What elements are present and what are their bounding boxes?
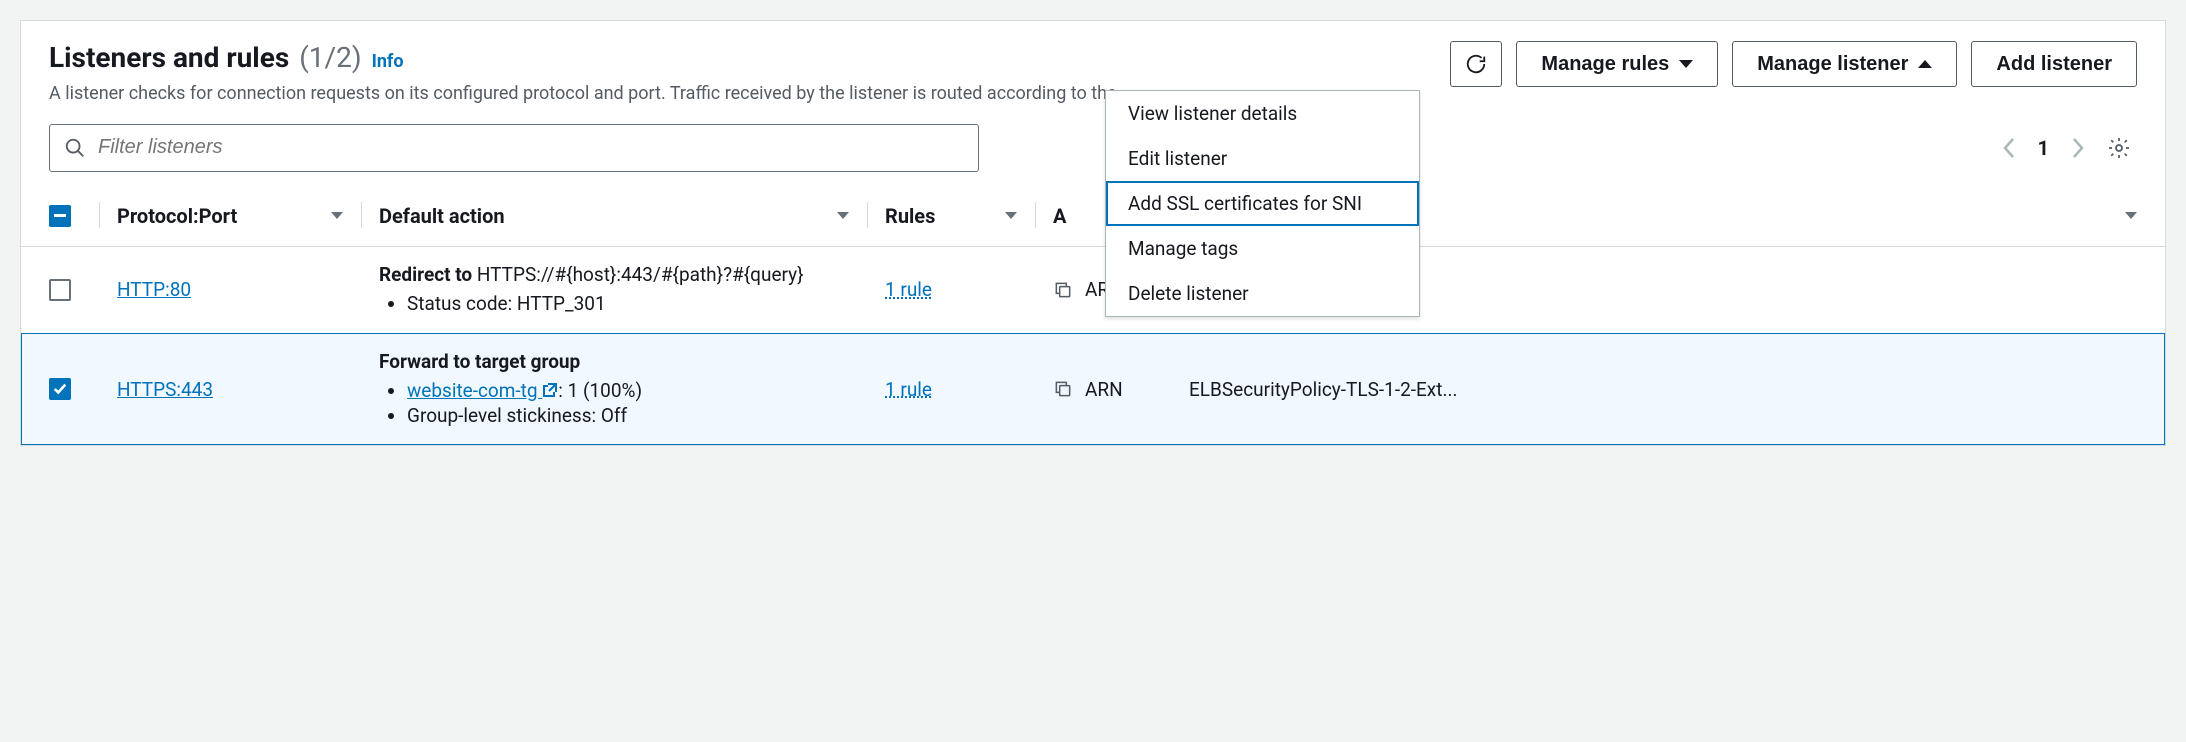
col-select: [21, 190, 99, 247]
manage-rules-button[interactable]: Manage rules: [1516, 41, 1718, 87]
page-title: Listeners and rules (1/2) Info: [49, 41, 1450, 75]
gear-icon[interactable]: [2107, 136, 2131, 160]
sort-caret-icon[interactable]: [837, 212, 849, 219]
manage-rules-label: Manage rules: [1541, 53, 1669, 76]
listeners-panel: Listeners and rules (1/2) Info A listene…: [20, 20, 2166, 446]
manage-listener-label: Manage listener: [1757, 53, 1908, 76]
search-icon: [64, 137, 86, 159]
pager: 1: [2002, 136, 2131, 160]
add-listener-button[interactable]: Add listener: [1971, 41, 2137, 87]
title-count: (1/2): [299, 41, 361, 75]
protocol-link[interactable]: HTTP:80: [117, 278, 191, 301]
listener-menu-item[interactable]: View listener details: [1106, 91, 1419, 136]
filter-input[interactable]: [98, 136, 964, 159]
action-bullet: Status code: HTTP_301: [407, 292, 849, 315]
pager-next[interactable]: [2071, 137, 2085, 159]
title-text: Listeners and rules: [49, 41, 289, 75]
arn-cell: ARN: [1053, 378, 1153, 401]
col-default-action[interactable]: Default action: [361, 190, 867, 247]
rules-link[interactable]: 1 rule: [885, 278, 932, 301]
refresh-button[interactable]: [1450, 41, 1502, 87]
listener-menu-item[interactable]: Add SSL certificates for SNI: [1106, 181, 1419, 226]
info-link[interactable]: Info: [372, 51, 404, 73]
minus-icon: [54, 214, 66, 217]
pager-prev[interactable]: [2002, 137, 2016, 159]
row-checkbox[interactable]: [49, 378, 71, 400]
copy-icon[interactable]: [1053, 280, 1073, 300]
sort-caret-icon[interactable]: [331, 212, 343, 219]
refresh-icon: [1465, 53, 1487, 75]
filter-input-container[interactable]: [49, 124, 979, 172]
check-icon: [53, 382, 67, 396]
col-protocol[interactable]: Protocol:Port: [99, 190, 361, 247]
default-action-cell: Forward to target groupwebsite-com-tg : …: [361, 333, 867, 445]
panel-header: Listeners and rules (1/2) Info A listene…: [21, 21, 2165, 108]
target-group-link[interactable]: website-com-tg: [407, 379, 558, 402]
copy-icon[interactable]: [1053, 379, 1073, 399]
caret-down-icon: [1679, 60, 1693, 68]
listener-menu-item[interactable]: Edit listener: [1106, 136, 1419, 181]
select-all-checkbox[interactable]: [49, 205, 71, 227]
caret-up-icon: [1918, 60, 1932, 68]
listener-menu-item[interactable]: Delete listener: [1106, 271, 1419, 316]
row-checkbox[interactable]: [49, 279, 71, 301]
protocol-link[interactable]: HTTPS:443: [117, 378, 213, 401]
sort-caret-icon[interactable]: [2125, 212, 2137, 219]
action-bullet: Group-level stickiness: Off: [407, 404, 849, 427]
add-listener-label: Add listener: [1996, 53, 2112, 76]
external-link-icon: [542, 382, 558, 398]
listeners-table: Protocol:Port Default action Rules A HTT…: [21, 190, 2165, 445]
table-row[interactable]: HTTPS:443 Forward to target groupwebsite-…: [21, 333, 2165, 445]
header-actions: Manage rules Manage listener Add listene…: [1450, 41, 2137, 87]
col-rules[interactable]: Rules: [867, 190, 1035, 247]
manage-listener-menu: View listener detailsEdit listenerAdd SS…: [1105, 90, 1420, 317]
arn-label: ARN: [1085, 378, 1123, 401]
col-trail[interactable]: [2099, 190, 2165, 247]
sort-caret-icon[interactable]: [1005, 212, 1017, 219]
listener-menu-item[interactable]: Manage tags: [1106, 226, 1419, 271]
security-policy-cell: ELBSecurityPolicy-TLS-1-2-Ext...: [1171, 333, 2099, 445]
table-row[interactable]: HTTP:80 Redirect to HTTPS://#{host}:443/#…: [21, 246, 2165, 333]
rules-link[interactable]: 1 rule: [885, 378, 932, 401]
manage-listener-button[interactable]: Manage listener: [1732, 41, 1957, 87]
default-action-cell: Redirect to HTTPS://#{host}:443/#{path}?…: [361, 246, 867, 333]
page-number: 1: [2038, 136, 2049, 160]
action-bullet: website-com-tg : 1 (100%): [407, 379, 849, 402]
filter-row: 1: [21, 108, 2165, 190]
